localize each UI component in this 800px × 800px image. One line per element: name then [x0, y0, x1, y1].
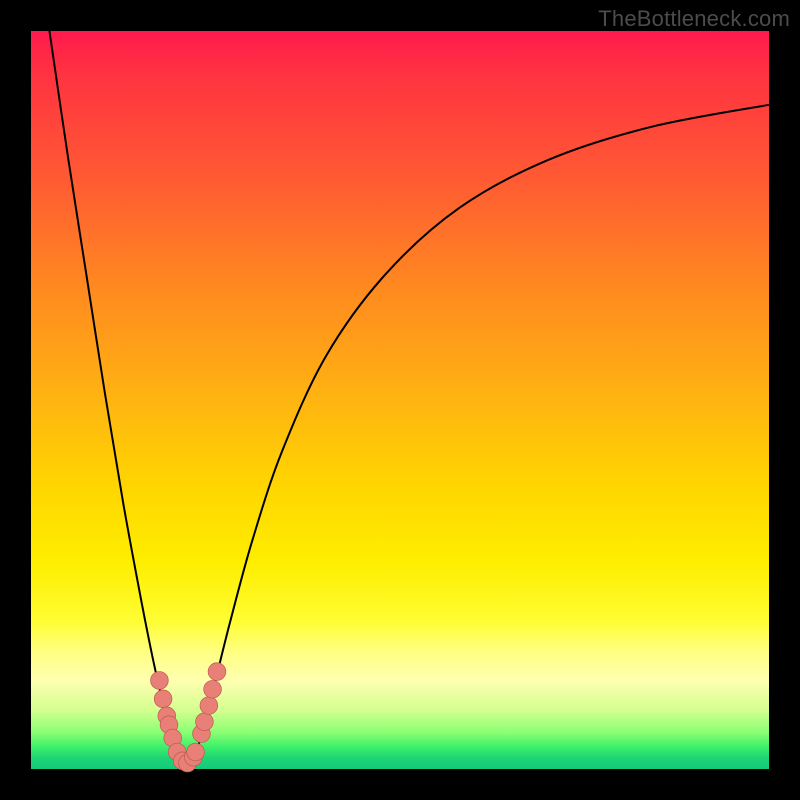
notch-marker	[204, 680, 222, 698]
notch-marker	[196, 713, 214, 731]
curve-left-branch	[49, 31, 186, 765]
outer-frame: TheBottleneck.com	[0, 0, 800, 800]
curve-right-branch	[186, 105, 769, 766]
watermark-text: TheBottleneck.com	[598, 6, 790, 32]
notch-marker-group	[151, 663, 226, 772]
notch-marker	[187, 743, 205, 761]
notch-marker	[151, 672, 169, 690]
notch-marker	[208, 663, 226, 681]
notch-marker	[154, 690, 172, 708]
notch-marker	[200, 697, 218, 715]
curve-layer	[31, 31, 769, 769]
